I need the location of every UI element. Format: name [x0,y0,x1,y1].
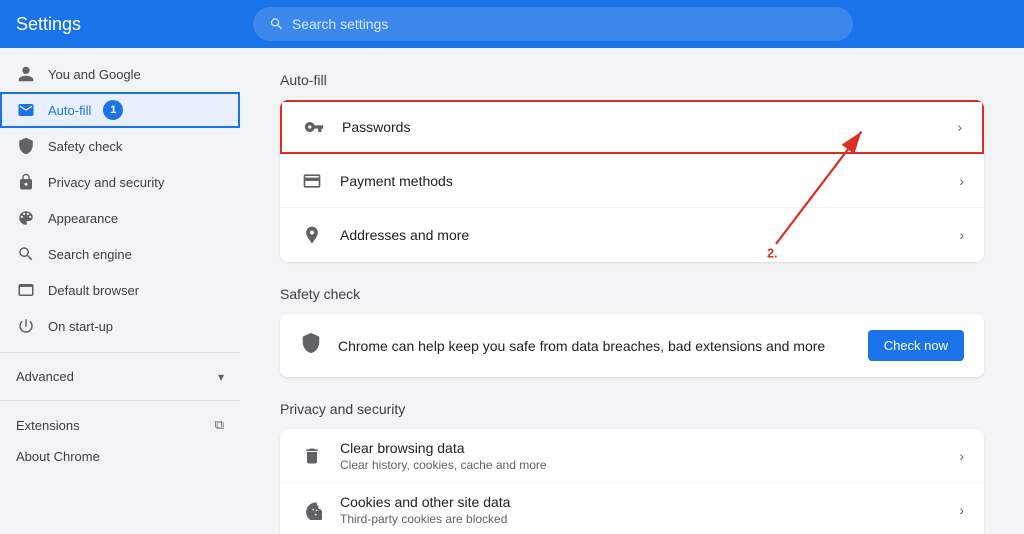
sidebar-item-search-engine[interactable]: Search engine [0,236,232,272]
sidebar-advanced[interactable]: Advanced ▾ [0,361,240,392]
cookies-label: Cookies and other site data [340,494,959,510]
sidebar-about[interactable]: About Chrome [0,441,240,472]
safety-check-title: Safety check [280,286,984,302]
credit-card-icon [300,169,324,193]
sidebar-label-you-and-google: You and Google [48,67,141,82]
addresses-label: Addresses and more [340,227,959,243]
power-icon [16,316,36,336]
palette-icon [16,208,36,228]
sidebar-item-appearance[interactable]: Appearance [0,200,232,236]
sidebar-label-appearance: Appearance [48,211,118,226]
cookies-sub: Third-party cookies are blocked [340,512,959,526]
header: Settings [0,0,1024,48]
sidebar-item-on-startup[interactable]: On start-up [0,308,232,344]
clear-browsing-text: Clear browsing data Clear history, cooki… [340,440,959,472]
clear-browsing-item[interactable]: Clear browsing data Clear history, cooki… [280,429,984,483]
addresses-chevron: › [959,227,964,243]
search-input[interactable] [292,16,837,32]
safety-check-card: Chrome can help keep you safe from data … [280,314,984,377]
search-icon [269,16,284,32]
magnify-icon [16,244,36,264]
sidebar-extensions[interactable]: Extensions ⧉ [0,409,240,441]
safety-shield-icon [300,332,322,360]
header-title: Settings [16,14,81,35]
passwords-item[interactable]: Passwords › [280,100,984,154]
payment-methods-item[interactable]: Payment methods › [280,154,984,208]
sidebar-label-safety-check: Safety check [48,139,122,154]
sidebar-label-default-browser: Default browser [48,283,139,298]
sidebar-label-on-startup: On start-up [48,319,113,334]
search-bar[interactable] [253,7,853,41]
shield-icon [16,136,36,156]
payment-chevron: › [959,173,964,189]
clear-browsing-sub: Clear history, cookies, cache and more [340,458,959,472]
cookies-item[interactable]: Cookies and other site data Third-party … [280,483,984,534]
autofill-card-container: Passwords › Payment methods › Addres [280,100,984,262]
privacy-card: Clear browsing data Clear history, cooki… [280,429,984,534]
lock-icon [16,172,36,192]
safety-description: Chrome can help keep you safe from data … [338,338,852,354]
addresses-item[interactable]: Addresses and more › [280,208,984,262]
sidebar-item-default-browser[interactable]: Default browser [0,272,232,308]
autofill-card: Passwords › Payment methods › Addres [280,100,984,262]
sidebar-label-extensions: Extensions [16,418,80,433]
main-layout: You and Google Auto-fill 1 Safety check … [0,48,1024,534]
sidebar: You and Google Auto-fill 1 Safety check … [0,48,240,534]
sidebar-label-about: About Chrome [16,449,100,464]
cookie-icon [300,498,324,522]
clear-browsing-label: Clear browsing data [340,440,959,456]
payment-label: Payment methods [340,173,959,189]
sidebar-label-auto-fill: Auto-fill [48,103,91,118]
passwords-label: Passwords [342,119,957,135]
sidebar-divider-2 [0,400,240,401]
key-icon [302,115,326,139]
sidebar-divider-1 [0,352,240,353]
sidebar-label-advanced: Advanced [16,369,74,384]
external-link-icon: ⧉ [215,417,224,433]
passwords-chevron: › [957,119,962,135]
cookies-chevron: › [959,502,964,518]
autofill-section-title: Auto-fill [280,72,984,88]
sidebar-item-auto-fill[interactable]: Auto-fill 1 [0,92,240,128]
clear-browsing-chevron: › [959,448,964,464]
person-icon [16,64,36,84]
browser-icon [16,280,36,300]
expand-arrow-icon: ▾ [218,370,224,384]
privacy-section-title: Privacy and security [280,401,984,417]
autofill-icon [16,100,36,120]
cookies-text: Cookies and other site data Third-party … [340,494,959,526]
check-now-button[interactable]: Check now [868,330,964,361]
sidebar-item-you-and-google[interactable]: You and Google [0,56,232,92]
sidebar-label-privacy: Privacy and security [48,175,164,190]
sidebar-label-search-engine: Search engine [48,247,132,262]
sidebar-item-privacy-security[interactable]: Privacy and security [0,164,232,200]
trash-icon [300,444,324,468]
step-1-badge: 1 [103,100,123,120]
main-content: Auto-fill Passwords › Payment methods [240,48,1024,534]
location-pin-icon [300,223,324,247]
sidebar-item-safety-check[interactable]: Safety check [0,128,232,164]
